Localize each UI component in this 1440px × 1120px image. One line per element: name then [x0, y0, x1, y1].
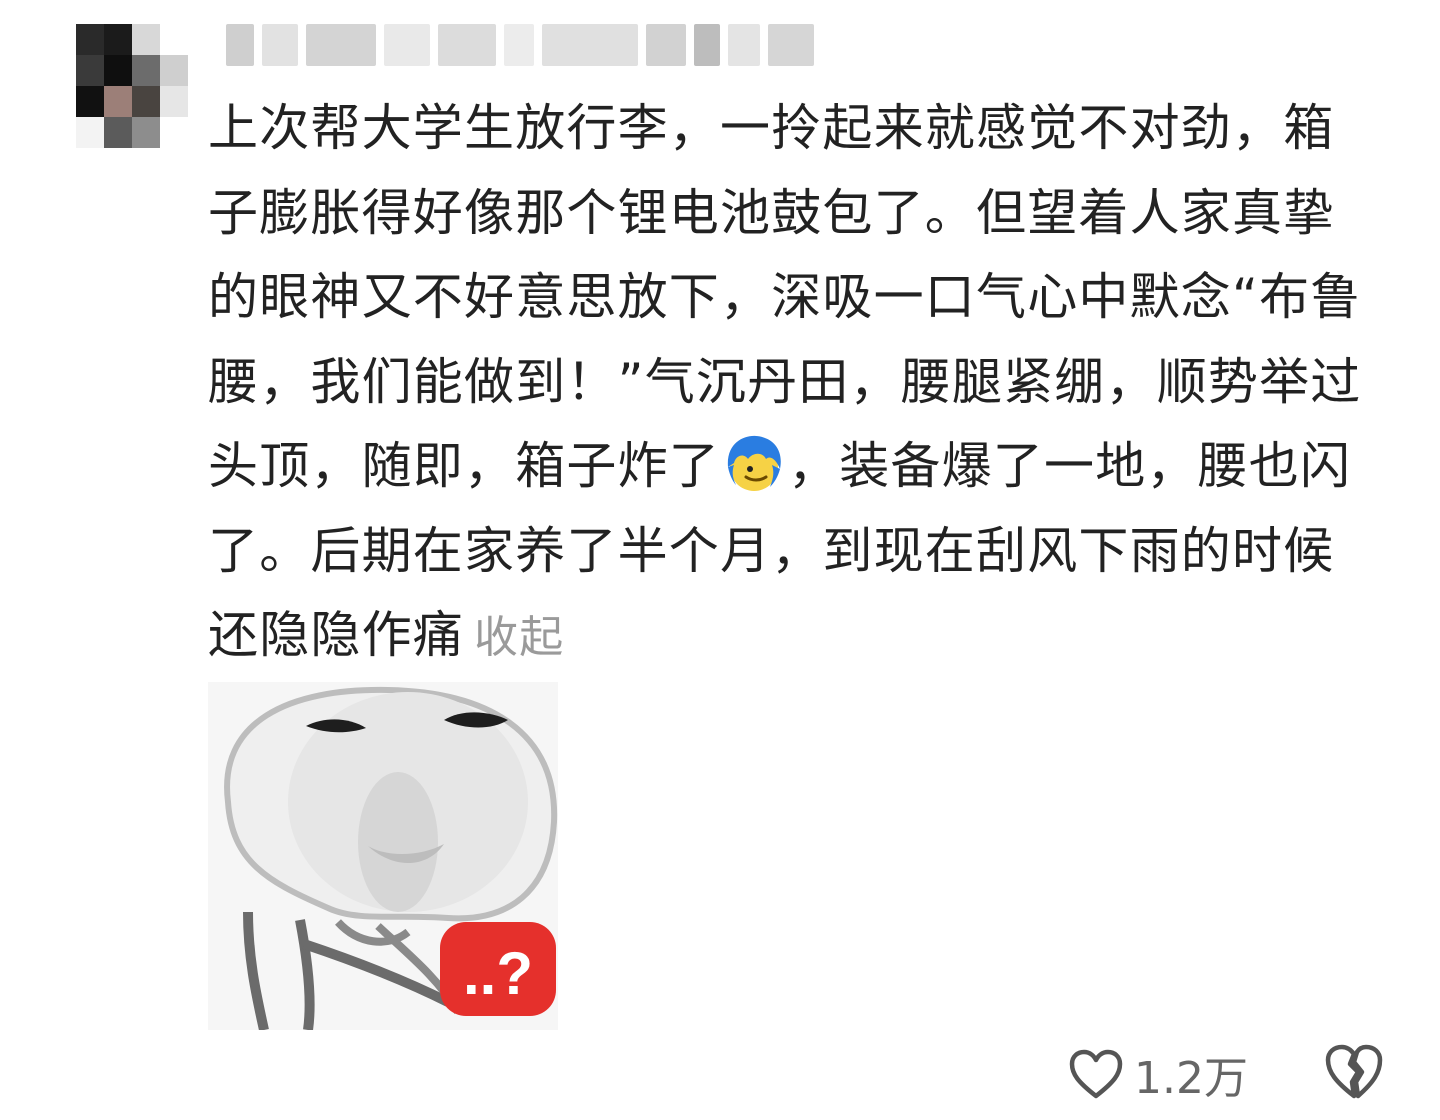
username[interactable]: [226, 22, 866, 68]
heart-outline-icon: [1069, 1049, 1123, 1099]
comment-item: 上次帮大学生放行李，一拎起来就感觉不对劲，箱子膨胀得好像那个锂电池鼓包了。但望着…: [0, 0, 1440, 1120]
collapse-link[interactable]: 收起: [474, 612, 564, 663]
broken-heart-icon: [1325, 1044, 1383, 1099]
blue-hair-face-emoji-icon: [722, 433, 786, 495]
like-count: 1.2万: [1134, 1053, 1248, 1104]
meme-sticker-image[interactable]: ..?: [208, 682, 558, 1030]
like-button[interactable]: 1.2万: [1068, 1044, 1248, 1104]
comment-text: 上次帮大学生放行李，一拎起来就感觉不对劲，箱子膨胀得好像那个锂电池鼓包了。但望着…: [208, 86, 1378, 681]
avatar[interactable]: [76, 24, 188, 148]
sticker-badge-text: ..?: [463, 940, 533, 1007]
dislike-button[interactable]: [1324, 1042, 1384, 1102]
